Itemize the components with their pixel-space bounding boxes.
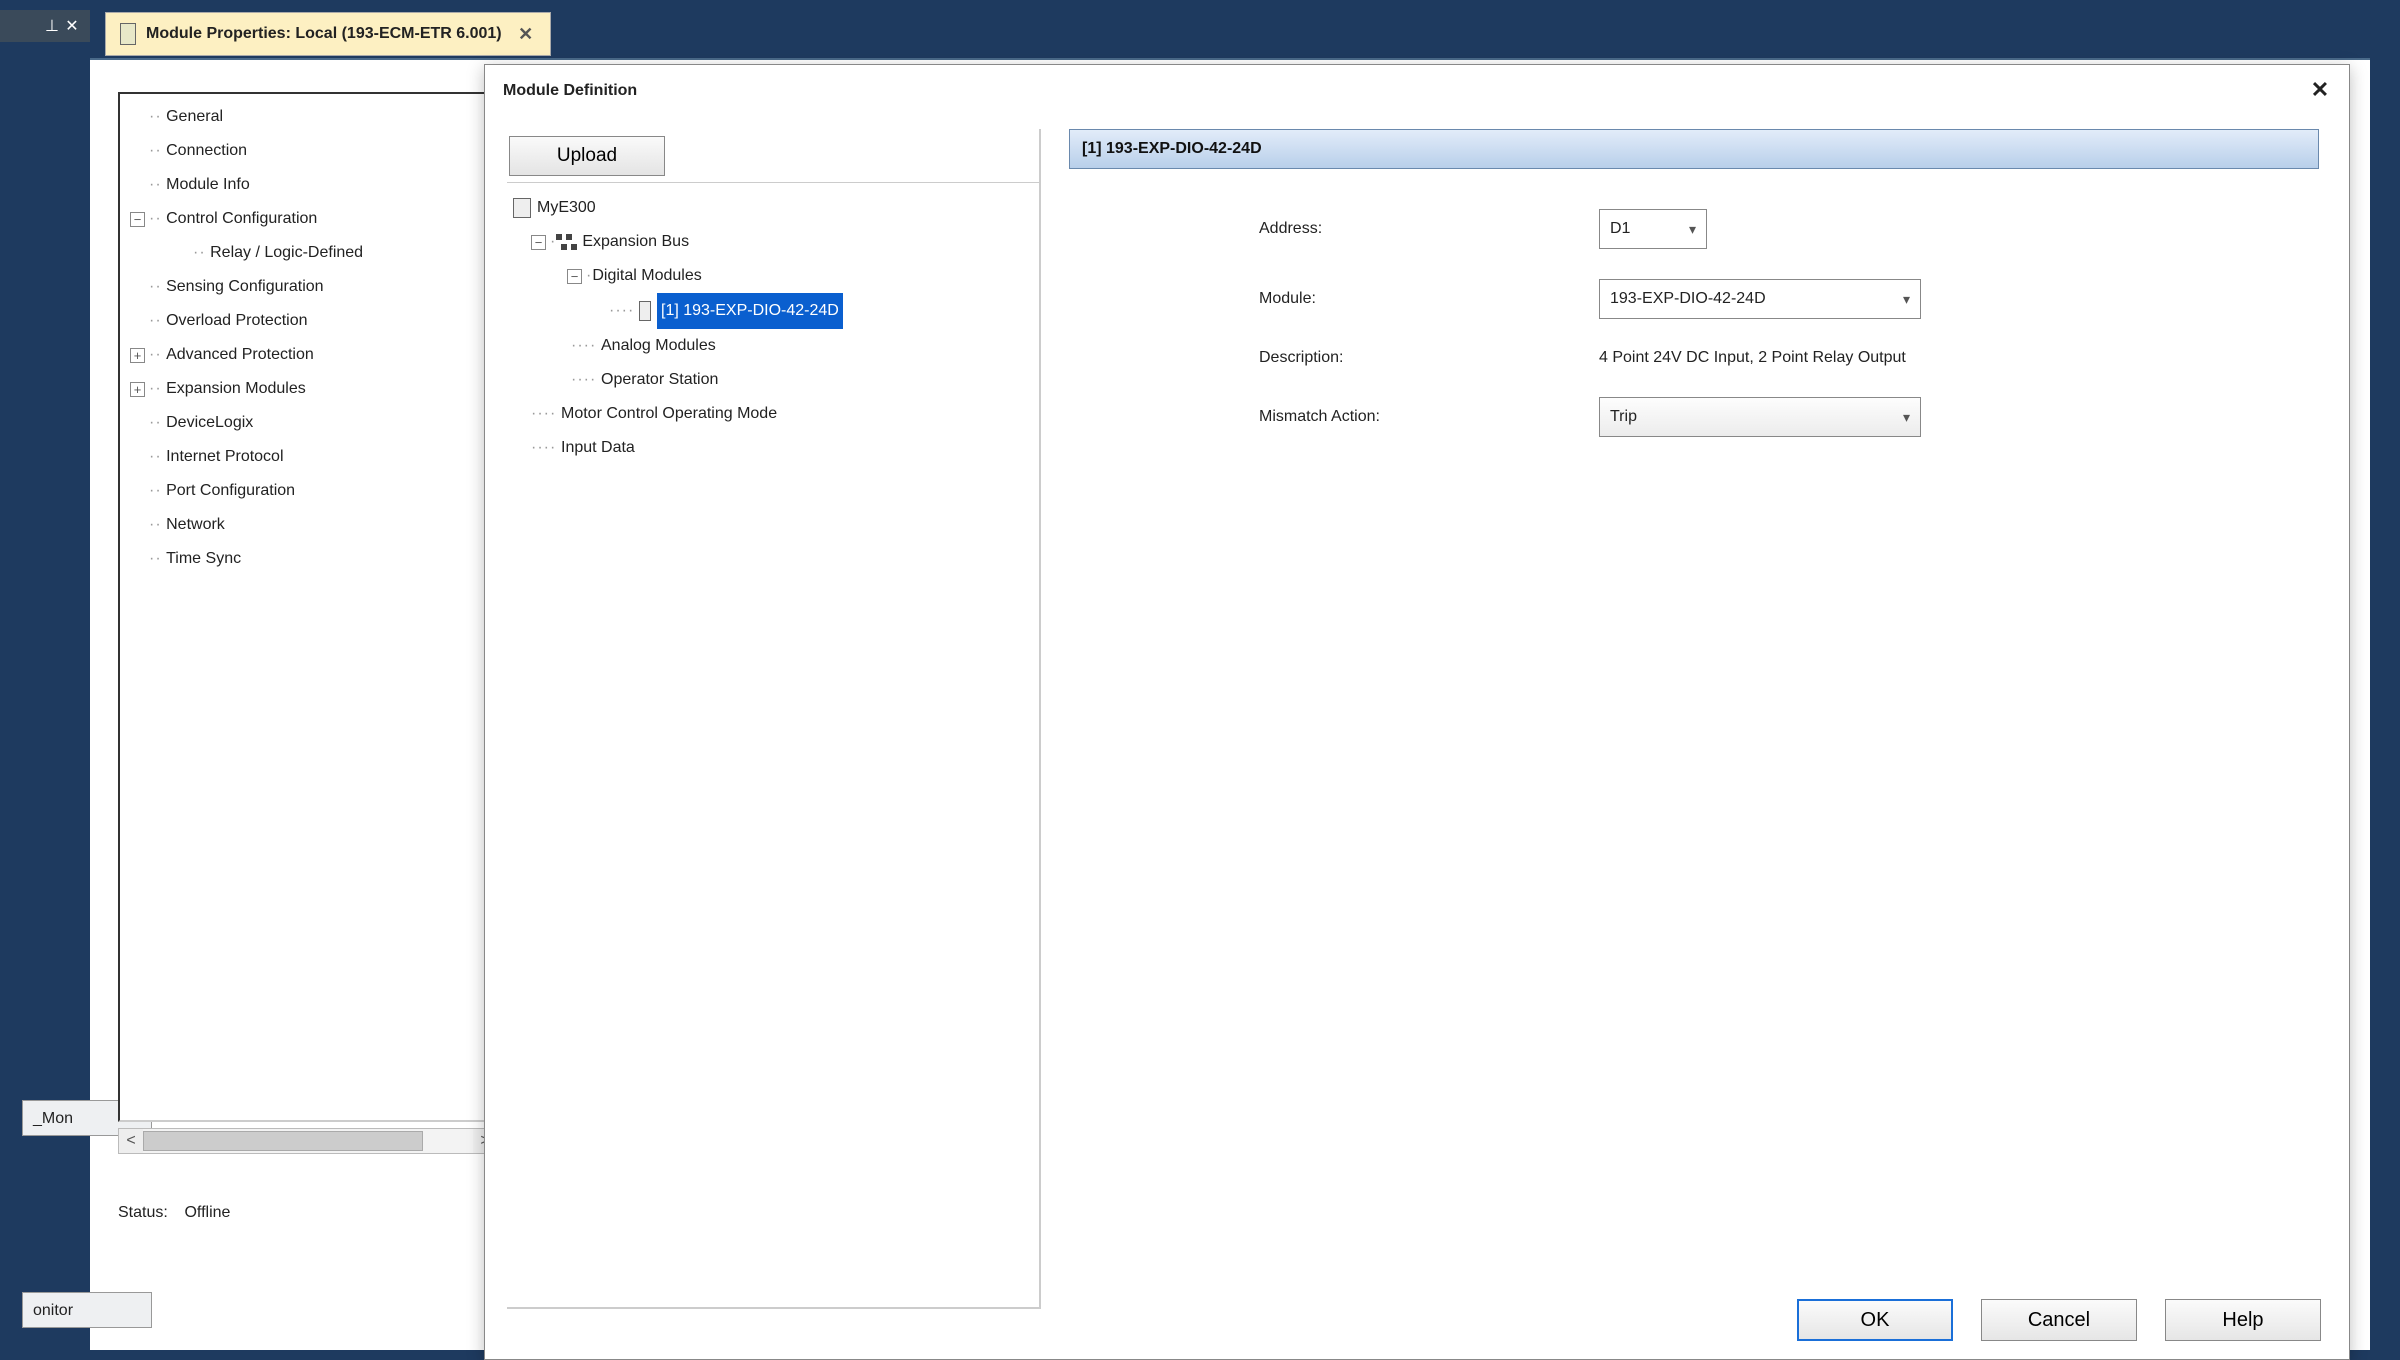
nav-item[interactable]: −·· Control Configuration bbox=[120, 202, 498, 236]
module-icon bbox=[639, 301, 651, 321]
cancel-button[interactable]: Cancel bbox=[1981, 1299, 2137, 1341]
nav-item[interactable]: ·· DeviceLogix bbox=[120, 406, 498, 440]
side-tab-monitor[interactable]: onitor bbox=[22, 1292, 152, 1328]
expand-icon[interactable]: + bbox=[130, 348, 145, 363]
detail-pane: [1] 193-EXP-DIO-42-24D Address: D1 ▾ Mod… bbox=[1069, 129, 2319, 467]
tree-node-root[interactable]: MyE300 bbox=[513, 191, 1033, 225]
help-button[interactable]: Help bbox=[2165, 1299, 2321, 1341]
mismatch-combo[interactable]: Trip ▾ bbox=[1599, 397, 1921, 437]
chevron-down-icon: ▾ bbox=[1903, 409, 1910, 426]
description-label: Description: bbox=[1259, 349, 1599, 367]
upload-button[interactable]: Upload bbox=[509, 136, 665, 176]
nav-item-label: Module Info bbox=[166, 168, 250, 202]
nav-item-label: Connection bbox=[166, 134, 247, 168]
mismatch-label: Mismatch Action: bbox=[1259, 408, 1599, 426]
nav-item[interactable]: ·· Internet Protocol bbox=[120, 440, 498, 474]
description-value: 4 Point 24V DC Input, 2 Point Relay Outp… bbox=[1599, 349, 1906, 367]
tree-node-digital-modules[interactable]: − · Digital Modules bbox=[513, 259, 1033, 293]
dialog-title-text: Module Definition bbox=[503, 82, 637, 100]
nav-item-label: Time Sync bbox=[166, 542, 241, 576]
ok-button[interactable]: OK bbox=[1797, 1299, 1953, 1341]
nav-item-label: Sensing Configuration bbox=[166, 270, 323, 304]
tree-node-selected-module[interactable]: ···· [1] 193-EXP-DIO-42-24D bbox=[513, 293, 1033, 329]
nav-item-label: Network bbox=[166, 508, 225, 542]
document-tab-title: Module Properties: Local (193-ECM-ETR 6.… bbox=[146, 25, 502, 43]
collapse-icon[interactable]: − bbox=[130, 212, 145, 227]
nav-item-label: General bbox=[166, 100, 223, 134]
module-label: Module: bbox=[1259, 290, 1599, 308]
device-icon bbox=[513, 198, 531, 218]
row-description: Description: 4 Point 24V DC Input, 2 Poi… bbox=[1259, 349, 2319, 367]
expand-icon[interactable]: + bbox=[130, 382, 145, 397]
nav-item[interactable]: ·· General bbox=[120, 100, 498, 134]
status-value: Offline bbox=[184, 1204, 230, 1221]
row-mismatch: Mismatch Action: Trip ▾ bbox=[1259, 397, 2319, 437]
tree-node-input-data[interactable]: ···· Input Data bbox=[513, 431, 1033, 465]
nav-item[interactable]: +·· Expansion Modules bbox=[120, 372, 498, 406]
editor-area: _Mon onitor ·· General·· Connection·· Mo… bbox=[90, 58, 2370, 1350]
bus-icon bbox=[556, 234, 576, 250]
address-label: Address: bbox=[1259, 220, 1599, 238]
definition-tree[interactable]: MyE300 − · Expansion Bus − · Digital Mod… bbox=[507, 183, 1039, 473]
nav-item[interactable]: ·· Sensing Configuration bbox=[120, 270, 498, 304]
scroll-track[interactable] bbox=[143, 1129, 473, 1153]
status-line: Status: Offline bbox=[118, 1200, 230, 1223]
nav-item[interactable]: ·· Overload Protection bbox=[120, 304, 498, 338]
status-label: Status: bbox=[118, 1204, 168, 1221]
close-dock-icon[interactable]: ✕ bbox=[62, 16, 82, 36]
tree-node-expansion-bus[interactable]: − · Expansion Bus bbox=[513, 225, 1033, 259]
chevron-down-icon: ▾ bbox=[1689, 221, 1696, 238]
nav-item[interactable]: ·· Network bbox=[120, 508, 498, 542]
row-address: Address: D1 ▾ bbox=[1259, 209, 2319, 249]
definition-tree-pane: Upload MyE300 − · Expansion Bus − bbox=[507, 129, 1041, 1309]
tree-node-operator-station[interactable]: ···· Operator Station bbox=[513, 363, 1033, 397]
scroll-thumb[interactable] bbox=[143, 1131, 423, 1151]
document-tab-module-properties[interactable]: Module Properties: Local (193-ECM-ETR 6.… bbox=[105, 12, 551, 56]
tree-node-analog-modules[interactable]: ···· Analog Modules bbox=[513, 329, 1033, 363]
dialog-titlebar[interactable]: Module Definition ✕ bbox=[485, 65, 2349, 117]
nav-item-label: Control Configuration bbox=[166, 202, 317, 236]
address-combo[interactable]: D1 ▾ bbox=[1599, 209, 1707, 249]
tree-node-motor-control[interactable]: ···· Motor Control Operating Mode bbox=[513, 397, 1033, 431]
properties-nav-pane: ·· General·· Connection·· Module Info−··… bbox=[118, 92, 498, 1122]
detail-form: Address: D1 ▾ Module: 193-EXP-DIO-42-24D… bbox=[1069, 169, 2319, 437]
collapse-icon[interactable]: − bbox=[567, 269, 582, 284]
nav-item-label: Advanced Protection bbox=[166, 338, 314, 372]
nav-item[interactable]: ·· Connection bbox=[120, 134, 498, 168]
pin-icon[interactable]: ⊥ bbox=[42, 16, 62, 36]
row-module: Module: 193-EXP-DIO-42-24D ▾ bbox=[1259, 279, 2319, 319]
nav-item-label: DeviceLogix bbox=[166, 406, 253, 440]
module-combo[interactable]: 193-EXP-DIO-42-24D ▾ bbox=[1599, 279, 1921, 319]
module-definition-dialog: Module Definition ✕ Upload MyE300 − · bbox=[484, 64, 2350, 1360]
dialog-close-button[interactable]: ✕ bbox=[2301, 73, 2339, 107]
dialog-body: Upload MyE300 − · Expansion Bus − bbox=[507, 129, 2331, 1259]
left-dock-header: ⊥ ✕ bbox=[0, 10, 90, 42]
nav-item[interactable]: +·· Advanced Protection bbox=[120, 338, 498, 372]
close-tab-icon[interactable]: ✕ bbox=[516, 24, 536, 44]
document-tab-strip: Module Properties: Local (193-ECM-ETR 6.… bbox=[105, 12, 551, 64]
collapse-icon[interactable]: − bbox=[531, 235, 546, 250]
nav-item[interactable]: ·· Time Sync bbox=[120, 542, 498, 576]
nav-item-label: Relay / Logic-Defined bbox=[210, 236, 363, 270]
upload-row: Upload bbox=[507, 129, 1039, 183]
module-icon bbox=[120, 23, 136, 45]
nav-item-label: Expansion Modules bbox=[166, 372, 306, 406]
nav-item[interactable]: ·· Module Info bbox=[120, 168, 498, 202]
nav-item-label: Overload Protection bbox=[166, 304, 307, 338]
nav-item-label: Port Configuration bbox=[166, 474, 295, 508]
nav-horizontal-scrollbar[interactable]: < > bbox=[118, 1128, 498, 1154]
nav-item[interactable]: ·· Relay / Logic-Defined bbox=[120, 236, 498, 270]
tree-selected-label: [1] 193-EXP-DIO-42-24D bbox=[657, 293, 843, 329]
properties-nav-tree[interactable]: ·· General·· Connection·· Module Info−··… bbox=[120, 100, 498, 576]
nav-item-label: Internet Protocol bbox=[166, 440, 283, 474]
scroll-left-icon[interactable]: < bbox=[119, 1129, 143, 1153]
detail-header: [1] 193-EXP-DIO-42-24D bbox=[1069, 129, 2319, 169]
chevron-down-icon: ▾ bbox=[1903, 291, 1910, 308]
nav-item[interactable]: ·· Port Configuration bbox=[120, 474, 498, 508]
dialog-button-row: OK Cancel Help bbox=[1797, 1299, 2321, 1341]
